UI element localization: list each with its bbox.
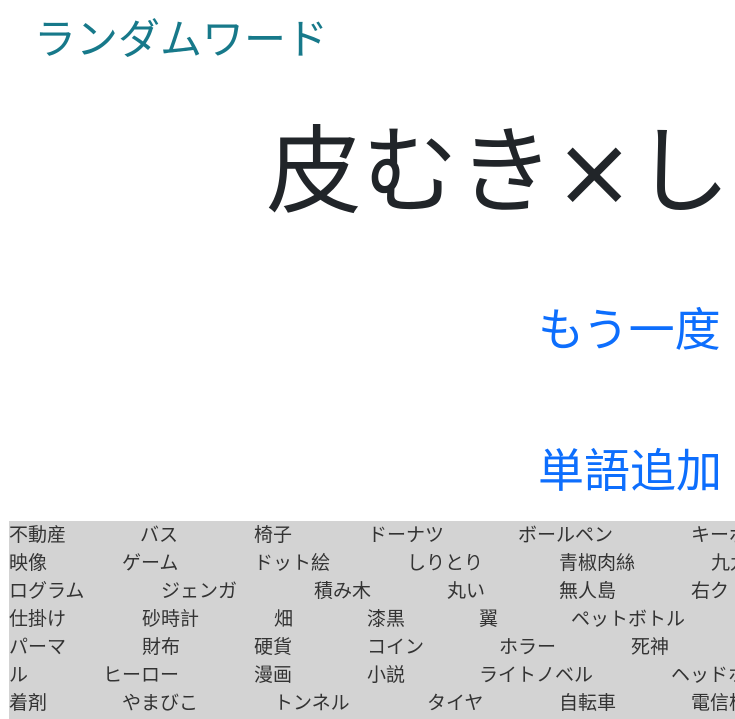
word-item: タイヤ (427, 692, 484, 714)
word-row: 映像 ゲーム ドット絵 しりとり 青椒肉絲 九九 (9, 549, 735, 577)
word-item: ゲーム (122, 552, 179, 574)
word-item: パーマ (9, 636, 67, 658)
word-item: 無人島 (559, 580, 617, 602)
add-word-link[interactable]: 単語追加 (538, 441, 722, 501)
word-item: 映像 (9, 552, 48, 574)
word-item: 硬貨 (254, 636, 293, 658)
word-list: 不動産 バス 椅子 ドーナツ ボールペン キーボ映像 ゲーム ドット絵 しりとり 青椒肉絲 九九ログ… (9, 521, 735, 719)
retry-link[interactable]: もう一度 (538, 300, 721, 360)
word-row: 仕掛け 砂時計 畑 漆黒 翼 ペットボトル (9, 605, 735, 633)
word-item: 畑 (274, 608, 294, 630)
word-item: しりとり (407, 552, 484, 574)
word-item: 着剤 (9, 692, 48, 714)
word-item: 青椒肉絲 (559, 552, 636, 574)
word-item: コイン (367, 636, 425, 658)
word-item: 自転車 (559, 692, 617, 714)
word-row: ログラム ジェンガ 積み木 丸い 無人島 右ク (9, 577, 735, 605)
word-item: ドーナツ (368, 524, 445, 546)
word-item: 電信柱 (691, 692, 735, 714)
word-item: 仕掛け (9, 608, 67, 630)
page: ランダムワード 皮むき×しい もう一度 単語追加 不動産 バス 椅子 ドーナツ ボールペ… (0, 0, 735, 719)
random-word-result: 皮むき×しい (266, 116, 735, 228)
word-item: 砂時計 (142, 608, 200, 630)
word-item: ペットボトル (571, 608, 686, 630)
word-item: 積み木 (314, 580, 372, 602)
word-item: 九九 (711, 552, 735, 574)
word-item: 死神 (631, 636, 670, 658)
word-row: 不動産 バス 椅子 ドーナツ ボールペン キーボ (9, 521, 735, 549)
word-item: ジェンガ (161, 580, 238, 602)
word-item: 翼 (479, 608, 499, 630)
word-item: 椅子 (254, 524, 293, 546)
word-row: 着剤 やまびこ トンネル タイヤ 自転車 電信柱 (9, 689, 735, 717)
word-item: ドット絵 (254, 552, 331, 574)
word-item: 不動産 (9, 524, 67, 546)
word-item: ライトノベル (479, 664, 594, 686)
word-item: キーボ (691, 524, 735, 546)
word-item: 右ク (691, 580, 730, 602)
site-title-link[interactable]: ランダムワード (34, 12, 328, 68)
word-item: ル (9, 664, 29, 686)
word-item: ホラー (499, 636, 557, 658)
word-item: トンネル (274, 692, 350, 714)
word-item: 丸い (447, 580, 486, 602)
word-row: パーマ 財布 硬貨 コイン ホラー 死神 (9, 633, 735, 661)
word-item: やまびこ (122, 692, 199, 714)
word-item: 漆黒 (367, 608, 406, 630)
word-item: バス (140, 524, 179, 546)
word-item: ログラム (9, 580, 85, 602)
word-item: 漫画 (254, 664, 293, 686)
word-item: ヒーロー (103, 664, 180, 686)
word-item: ボールペン (518, 524, 614, 546)
word-item: 財布 (142, 636, 181, 658)
word-item: ヘッドホ (671, 664, 735, 686)
word-item: 小説 (367, 664, 406, 686)
word-row: ル ヒーロー 漫画 小説 ライトノベル ヘッドホ (9, 661, 735, 689)
